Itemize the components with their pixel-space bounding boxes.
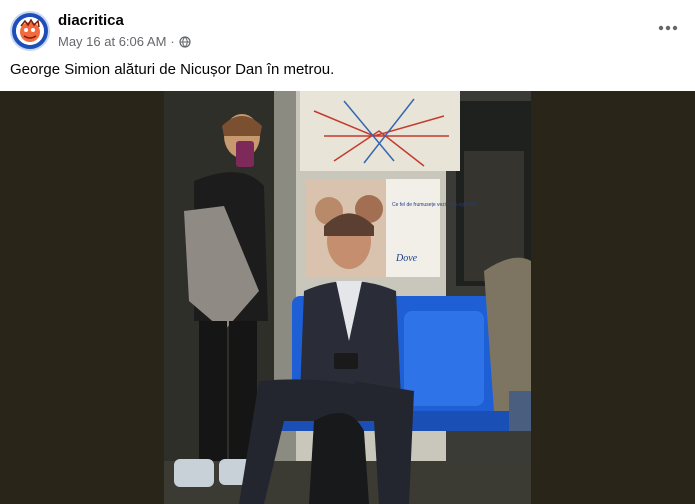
more-icon <box>658 25 678 31</box>
post-photo[interactable]: Ce fel de frumusețe vezi tu în oglindă? … <box>164 91 531 504</box>
avatar-logo <box>16 17 44 45</box>
post-media[interactable]: Ce fel de frumusețe vezi tu în oglindă? … <box>0 91 695 504</box>
post-caption: George Simion alături de Nicușor Dan în … <box>10 61 335 78</box>
ad-text: Ce fel de frumusețe vezi tu în oglindă? <box>392 202 478 208</box>
ad-brand: Dove <box>395 253 418 264</box>
meta-separator: · <box>170 34 175 49</box>
author-name[interactable]: diacritica <box>58 12 124 29</box>
post-header: diacritica May 16 at 6:06 AM · <box>0 0 695 58</box>
author-avatar[interactable] <box>10 11 50 51</box>
globe-icon[interactable] <box>179 35 191 48</box>
post-timestamp[interactable]: May 16 at 6:06 AM <box>58 34 166 49</box>
post-meta: May 16 at 6:06 AM · <box>58 34 191 49</box>
more-options-button[interactable] <box>652 16 684 40</box>
